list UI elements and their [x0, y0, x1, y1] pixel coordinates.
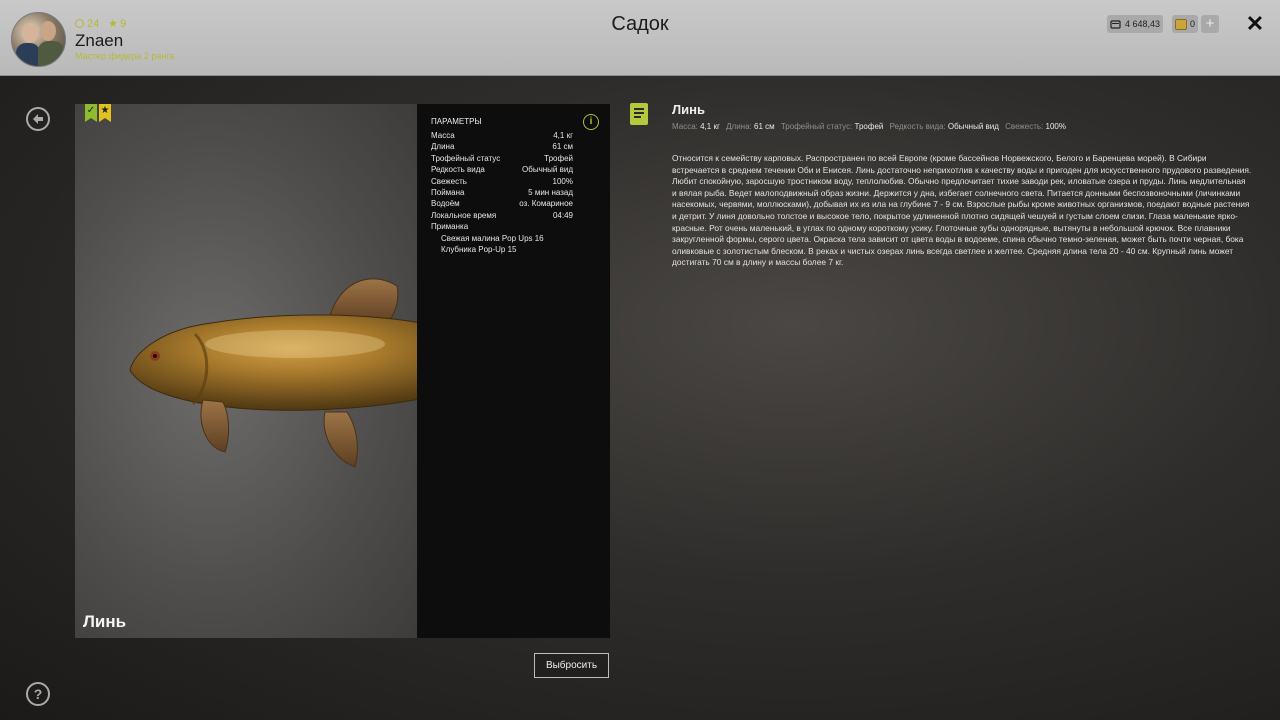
- params-title: ПАРАМЕТРЫ: [431, 117, 482, 126]
- star-badge-icon: ★: [99, 104, 111, 122]
- param-row-bait: Приманка: [431, 222, 469, 232]
- wallet-icon: [1110, 20, 1121, 29]
- money-balance[interactable]: 4 648,43: [1107, 15, 1163, 33]
- fish-badges: ✓ ★: [85, 104, 111, 122]
- param-row-caught: Поймана 5 мин назад: [431, 187, 573, 197]
- bait-item: Свежая малина Pop Ups 16: [441, 233, 544, 243]
- description-text: Относится к семейству карповых. Распрост…: [672, 153, 1252, 268]
- check-badge-icon: ✓: [85, 104, 97, 122]
- param-row-trophy: Трофейный статус Трофей: [431, 153, 573, 163]
- gold-balance[interactable]: 0: [1172, 15, 1198, 33]
- player-rank: Мастер фидера 2 ранга: [75, 51, 175, 61]
- fish-name: Линь: [83, 612, 127, 631]
- arrow-left-icon: [33, 114, 43, 124]
- back-button[interactable]: [26, 107, 50, 131]
- gold-icon: [1174, 18, 1187, 30]
- params-table: Масса 4,1 кг Длина 61 см Трофейный статус Т…: [431, 130, 573, 255]
- add-gold-button[interactable]: +: [1201, 15, 1219, 33]
- close-button[interactable]: ✕: [1244, 13, 1266, 35]
- top-bar: 24 ★ 9 Znaen Мастер фидера 2 ранга Садок …: [0, 0, 1280, 76]
- question-icon: ?: [33, 686, 43, 702]
- help-button[interactable]: ?: [26, 682, 50, 706]
- param-row-local-time: Локальное время 04:49: [431, 210, 573, 220]
- params-panel: ПАРАМЕТРЫ i Масса 4,1 кг Длина 61 см Трофе…: [417, 104, 610, 638]
- param-row-freshness: Свежесть 100%: [431, 176, 573, 186]
- note-icon: [630, 103, 648, 125]
- fish-viewer[interactable]: ✓ ★ Линь: [75, 104, 555, 638]
- param-row-mass: Масса 4,1 кг: [431, 131, 573, 140]
- info-icon[interactable]: i: [583, 114, 599, 130]
- param-row-waterbody: Водоём оз. Комариное: [431, 199, 573, 209]
- description-meta: Масса: 4,1 кг Длина: 61 см Трофейный ста…: [672, 122, 1066, 131]
- bait-item: Клубника Pop-Up 15: [441, 244, 517, 254]
- param-row-rarity: Редкость вида Обычный вид: [431, 165, 573, 175]
- param-row-length: Длина 61 см: [431, 142, 573, 152]
- discard-button[interactable]: Выбросить: [534, 653, 609, 678]
- description-title: Линь: [672, 102, 705, 117]
- page-title: Садок: [611, 13, 669, 35]
